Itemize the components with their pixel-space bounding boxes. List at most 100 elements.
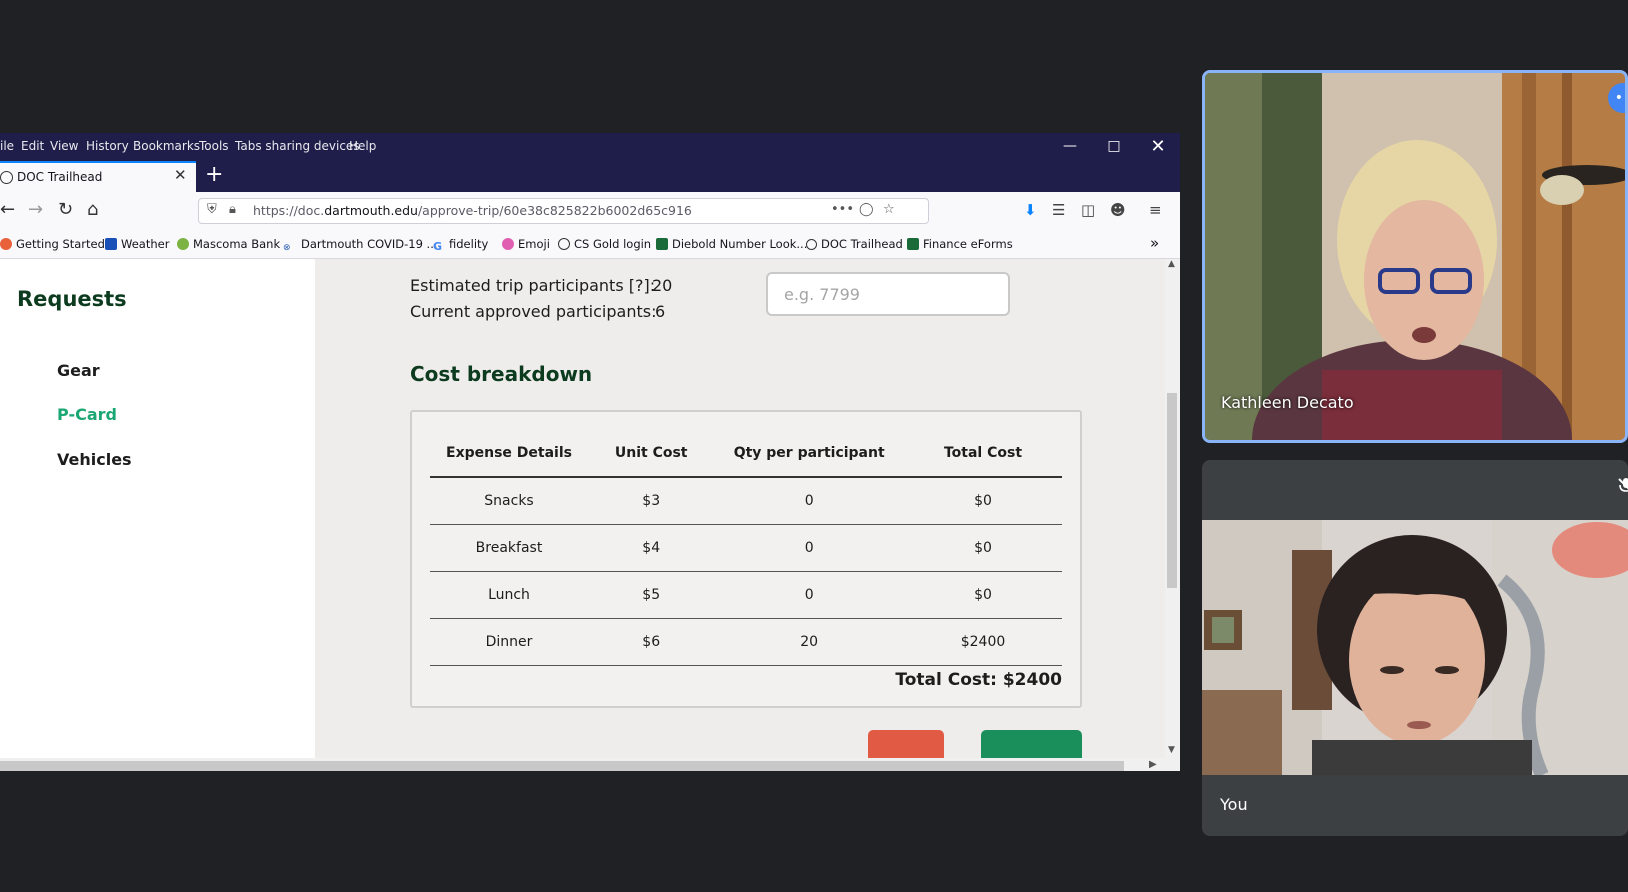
total-cell: $0 <box>903 571 1062 619</box>
navigation-toolbar: ← → ↻ ⌂ ⛨ 🔒︎ https://doc.dartmouth.edu/a… <box>0 192 1180 232</box>
column-header-total-cost: Total Cost <box>903 429 1062 478</box>
menu-view[interactable]: View <box>50 139 78 153</box>
downloads-icon[interactable]: ⬇ <box>1024 201 1037 219</box>
weather-icon <box>105 238 117 250</box>
cost-breakdown-card: Expense Details Unit Cost Qty per partic… <box>410 410 1082 708</box>
local-participant-tile[interactable]: You <box>1202 460 1628 836</box>
url-domain: dartmouth.edu <box>324 203 418 218</box>
back-icon[interactable]: ← <box>0 199 15 220</box>
approved-participants-label: Current approved participants: <box>410 302 657 321</box>
table-header-row: Expense Details Unit Cost Qty per partic… <box>430 429 1062 478</box>
url-text[interactable]: https://doc.dartmouth.edu/approve-trip/6… <box>253 203 692 218</box>
scroll-down-icon[interactable]: ▼ <box>1168 745 1175 755</box>
tab-doc-trailhead[interactable]: DOC Trailhead ✕ <box>0 161 196 192</box>
bookmark-dartmouth-covid[interactable]: ⊗ Dartmouth COVID-19 ... <box>283 237 438 255</box>
mascoma-icon <box>177 238 189 250</box>
cost-breakdown-title: Cost breakdown <box>410 362 593 386</box>
bookmark-label: Dartmouth COVID-19 ... <box>301 237 438 251</box>
bookmark-fidelity[interactable]: Gfidelity <box>433 237 488 253</box>
vertical-scrollbar[interactable]: ▲ ▼ <box>1165 259 1180 758</box>
horizontal-scrollbar[interactable]: ▶ <box>0 758 1165 771</box>
column-header-expense-details: Expense Details <box>430 429 588 478</box>
menu-history[interactable]: History <box>86 139 129 153</box>
library-icon[interactable]: ☰ <box>1052 201 1065 219</box>
url-bar[interactable]: ⛨ 🔒︎ https://doc.dartmouth.edu/approve-t… <box>198 198 929 224</box>
bookmark-finance-eforms[interactable]: Finance eForms <box>907 237 1013 251</box>
expense-cell: Breakfast <box>430 524 588 572</box>
approved-participants-value: 6 <box>655 302 666 321</box>
bookmark-cs-gold[interactable]: CS Gold login <box>558 237 651 251</box>
remote-video-feed <box>1205 73 1625 440</box>
bookmarks-toolbar: Getting Started Weather Mascoma Bank ⊗ Da… <box>0 232 1180 259</box>
sidebar-item-p-card[interactable]: P-Card <box>57 405 117 424</box>
bookmarks-overflow-icon[interactable]: » <box>1150 234 1159 252</box>
url-path: /approve-trip/60e38c825822b6002d65c916 <box>417 203 692 218</box>
menu-bar: ile Edit View History Bookmarks Tools Ta… <box>0 133 1180 160</box>
close-window-icon[interactable]: ✕ <box>1136 133 1180 160</box>
minimize-icon[interactable]: — <box>1048 133 1092 160</box>
bookmark-star-icon[interactable]: ☆ <box>883 202 895 217</box>
new-tab-icon[interactable]: + <box>205 162 223 187</box>
page-actions-icon[interactable]: ••• <box>831 202 854 217</box>
scroll-up-icon[interactable]: ▲ <box>1168 259 1175 269</box>
local-video-feed <box>1202 520 1628 775</box>
local-participant-name: You <box>1220 795 1248 814</box>
bookmark-weather[interactable]: Weather <box>105 237 169 251</box>
sidebar-toggle-icon[interactable]: ◫ <box>1081 201 1095 219</box>
bookmark-mascoma-bank[interactable]: Mascoma Bank <box>177 237 280 251</box>
expense-cell: Snacks <box>430 477 588 525</box>
shield-icon[interactable]: ⛨ <box>207 202 217 217</box>
menu-edit[interactable]: Edit <box>21 139 44 153</box>
account-icon[interactable]: ☻ <box>1110 201 1126 219</box>
sidebar-title: Requests <box>17 287 127 311</box>
qty-cell: 0 <box>714 477 904 525</box>
table-row: Snacks $3 0 $0 <box>430 477 1062 525</box>
pocket-icon[interactable]: ◯ <box>859 202 874 217</box>
p-card-number-input[interactable] <box>766 272 1010 316</box>
menu-tabs-sharing-devices[interactable]: Tabs sharing devices <box>235 139 360 153</box>
lock-icon[interactable]: 🔒︎ <box>229 202 236 217</box>
hamburger-menu-icon[interactable]: ≡ <box>1149 201 1162 219</box>
remote-participant-name: Kathleen Decato <box>1221 393 1354 412</box>
dartmouth-d-icon <box>656 238 668 250</box>
tab-close-icon[interactable]: ✕ <box>174 166 187 184</box>
horizontal-scroll-thumb[interactable] <box>0 761 1124 771</box>
approve-button[interactable] <box>981 730 1082 758</box>
forward-icon[interactable]: → <box>28 199 43 220</box>
mic-off-icon <box>1618 478 1628 492</box>
menu-help[interactable]: Help <box>349 139 376 153</box>
expense-cell: Dinner <box>430 618 588 666</box>
bookmark-label: Mascoma Bank <box>193 237 281 251</box>
qty-cell: 0 <box>714 571 904 619</box>
menu-bookmarks[interactable]: Bookmarks <box>133 139 200 153</box>
bookmark-emoji[interactable]: Emoji <box>502 237 550 251</box>
sidebar-item-gear[interactable]: Gear <box>57 361 100 380</box>
home-icon[interactable]: ⌂ <box>87 199 98 220</box>
sidebar-item-vehicles[interactable]: Vehicles <box>57 450 132 469</box>
unit-cost-cell: $5 <box>588 571 715 619</box>
bookmark-label: Weather <box>121 237 170 251</box>
requests-sidebar: Requests Gear P-Card Vehicles <box>0 259 315 758</box>
bookmark-label: Finance eForms <box>923 237 1013 251</box>
menu-file[interactable]: ile <box>0 139 14 153</box>
reload-icon[interactable]: ↻ <box>58 199 73 220</box>
bookmark-diebold[interactable]: Diebold Number Look... <box>656 237 807 251</box>
qty-cell: 20 <box>714 618 904 666</box>
bookmark-getting-started[interactable]: Getting Started <box>0 237 105 251</box>
column-header-unit-cost: Unit Cost <box>588 429 715 478</box>
scroll-right-icon[interactable]: ▶ <box>1149 759 1157 770</box>
maximize-icon[interactable]: □ <box>1092 133 1136 160</box>
emoji-icon <box>502 238 514 250</box>
globe-icon <box>558 238 570 250</box>
page-viewport: Requests Gear P-Card Vehicles Estimated … <box>0 259 1165 758</box>
firefox-icon <box>0 238 12 250</box>
unit-cost-cell: $3 <box>588 477 715 525</box>
menu-tools[interactable]: Tools <box>199 139 229 153</box>
bookmark-label: DOC Trailhead <box>821 237 903 251</box>
bookmark-doc-trailhead[interactable]: DOC Trailhead <box>806 237 903 251</box>
total-cell: $2400 <box>903 618 1062 666</box>
vertical-scroll-thumb[interactable] <box>1167 393 1177 588</box>
deny-button[interactable] <box>868 730 944 758</box>
remote-participant-tile[interactable]: Kathleen Decato •• <box>1202 70 1628 443</box>
doc-favicon-icon <box>0 171 13 184</box>
